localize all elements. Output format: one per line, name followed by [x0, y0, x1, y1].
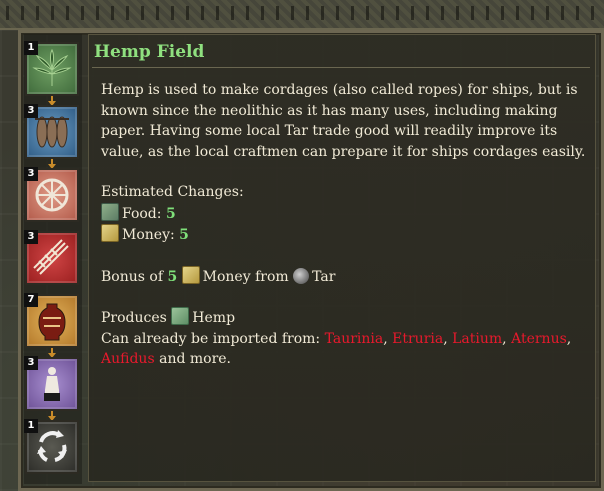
slot-count-badge: 3: [24, 356, 38, 370]
slot-count-badge: 3: [24, 104, 38, 118]
bonus-value: 5: [167, 268, 178, 285]
chain-connector: [48, 159, 56, 169]
money-icon: [101, 224, 119, 242]
region-link[interactable]: Etruria: [392, 331, 443, 347]
bonus-line: Bonus of 5 Money from Tar: [101, 265, 587, 288]
chain-slot-wheel[interactable]: 3: [24, 167, 79, 222]
slot-count-badge: 7: [24, 293, 38, 307]
change-food: Food: 5: [101, 202, 587, 225]
slot-count-badge: 1: [24, 41, 38, 55]
change-money: Money: 5: [101, 224, 587, 246]
building-title: Hemp Field: [94, 42, 205, 62]
title-divider: [92, 67, 590, 68]
chain-connector: [48, 96, 56, 106]
region-link[interactable]: Latium: [452, 331, 502, 347]
chain-slot-statue[interactable]: 3: [24, 356, 79, 411]
building-description: Hemp is used to make cordages (also call…: [101, 82, 586, 160]
tar-icon: [293, 267, 310, 284]
slot-count-badge: 1: [24, 419, 38, 433]
imports-line: Can already be imported from: Taurinia, …: [101, 330, 572, 368]
produces-line: Produces Hemp: [101, 307, 587, 329]
tooltip-content: Hemp is used to make cordages (also call…: [101, 80, 587, 370]
money-value: 5: [179, 227, 189, 243]
region-link[interactable]: Aternus: [511, 331, 567, 347]
estimated-changes-label: Estimated Changes:: [101, 184, 244, 200]
chain-slot-recycle[interactable]: 1: [24, 419, 79, 474]
food-value: 5: [165, 205, 176, 222]
chain-slot-rope[interactable]: 3: [24, 230, 79, 285]
chain-slot-hemp[interactable]: 1: [24, 41, 79, 96]
region-link[interactable]: Aufidus: [101, 351, 155, 367]
chain-connector: [48, 348, 56, 358]
money-icon: [181, 265, 200, 284]
chain-connector: [48, 411, 56, 421]
slot-count-badge: 3: [24, 167, 38, 181]
food-icon: [101, 202, 119, 221]
hemp-good-icon: [171, 307, 190, 325]
chain-slot-fish[interactable]: 3: [24, 104, 79, 159]
region-link[interactable]: Taurinia: [325, 331, 384, 347]
top-border-ornament: [0, 0, 604, 30]
slot-count-badge: 3: [24, 230, 38, 244]
chain-slot-amphora[interactable]: 7: [24, 293, 79, 348]
